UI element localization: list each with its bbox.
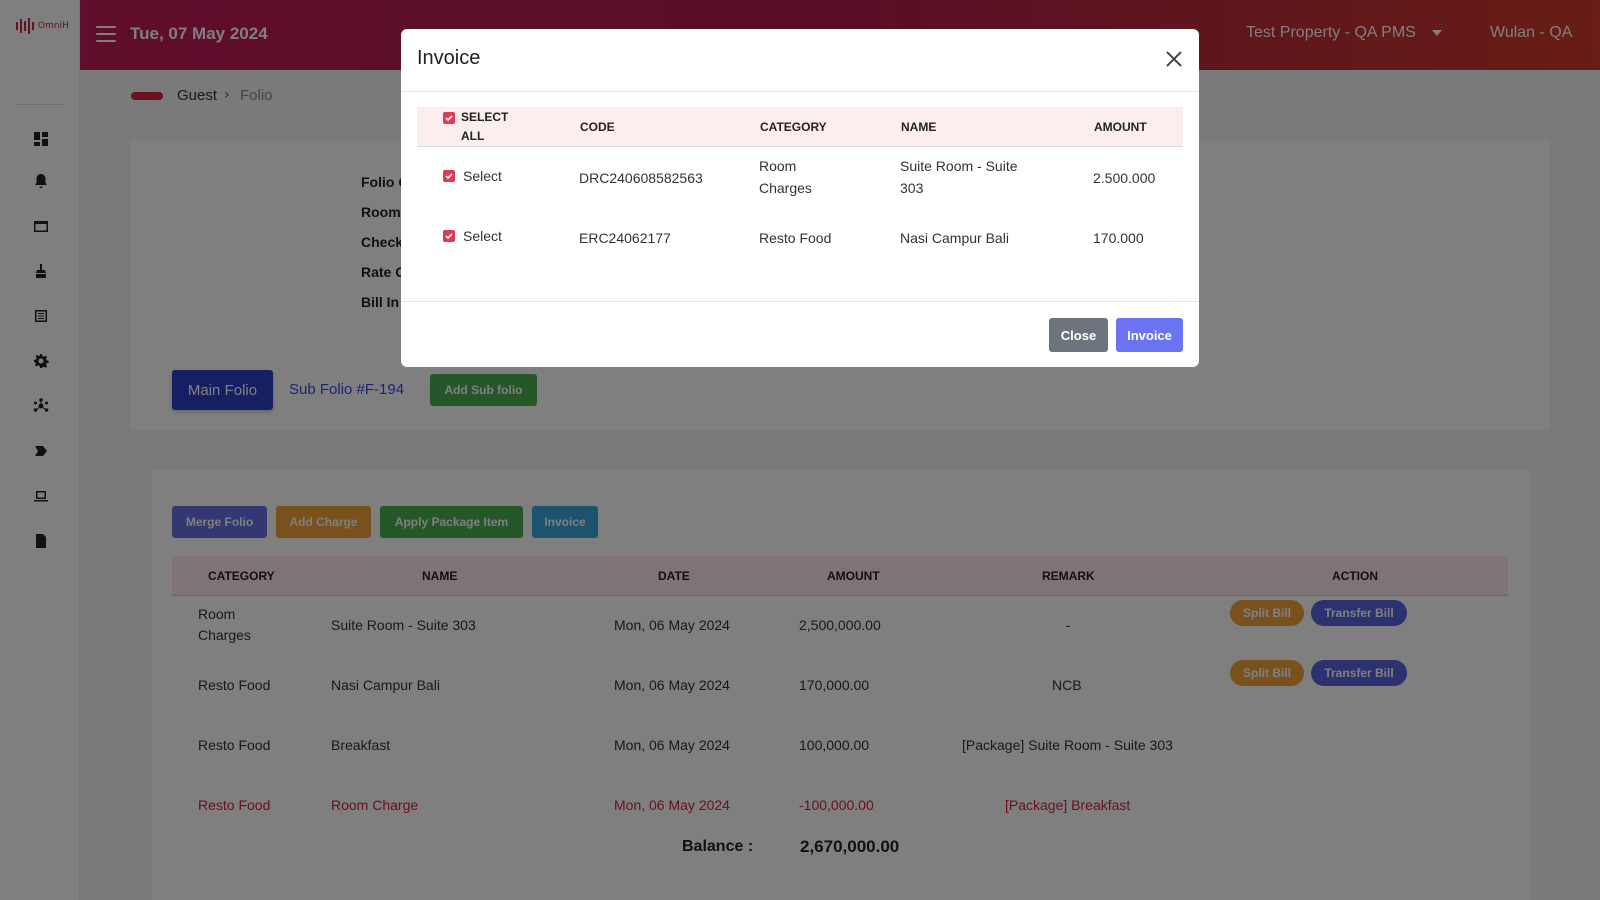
invoice-submit-button[interactable]: Invoice (1116, 318, 1183, 352)
cell-name: Suite Room - Suite 303 (900, 158, 1018, 196)
row-select-label[interactable]: Select (463, 165, 502, 187)
cell-amount: 170.000 (1093, 230, 1144, 246)
col-amount: AMOUNT (1094, 120, 1147, 134)
cell-category: Room Charges (759, 158, 812, 196)
modal-title: Invoice (417, 47, 481, 69)
select-all-checkbox[interactable] (443, 112, 455, 124)
cell-code: ERC24062177 (579, 230, 671, 246)
modal-footer-divider (401, 301, 1199, 302)
row-select-label[interactable]: Select (463, 225, 502, 247)
cell-amount: 2.500.000 (1093, 170, 1156, 186)
row-select-checkbox[interactable] (443, 170, 455, 182)
cell-category: Resto Food (759, 230, 832, 246)
row-select-checkbox[interactable] (443, 230, 455, 242)
invoice-table-header: SELECT ALL CODE CATEGORY NAME AMOUNT (417, 107, 1183, 147)
col-name: NAME (901, 120, 937, 134)
modal-divider (401, 91, 1199, 92)
close-icon[interactable] (1164, 49, 1184, 69)
col-select-all: SELECT ALL (461, 110, 509, 143)
invoice-modal: Invoice SELECT ALL CODE CATEGORY NAME AM… (401, 29, 1199, 367)
col-code: CODE (580, 120, 615, 134)
close-button[interactable]: Close (1049, 318, 1108, 352)
cell-name: Nasi Campur Bali (900, 230, 1009, 246)
col-category: CATEGORY (760, 120, 827, 134)
cell-code: DRC240608582563 (579, 170, 703, 186)
